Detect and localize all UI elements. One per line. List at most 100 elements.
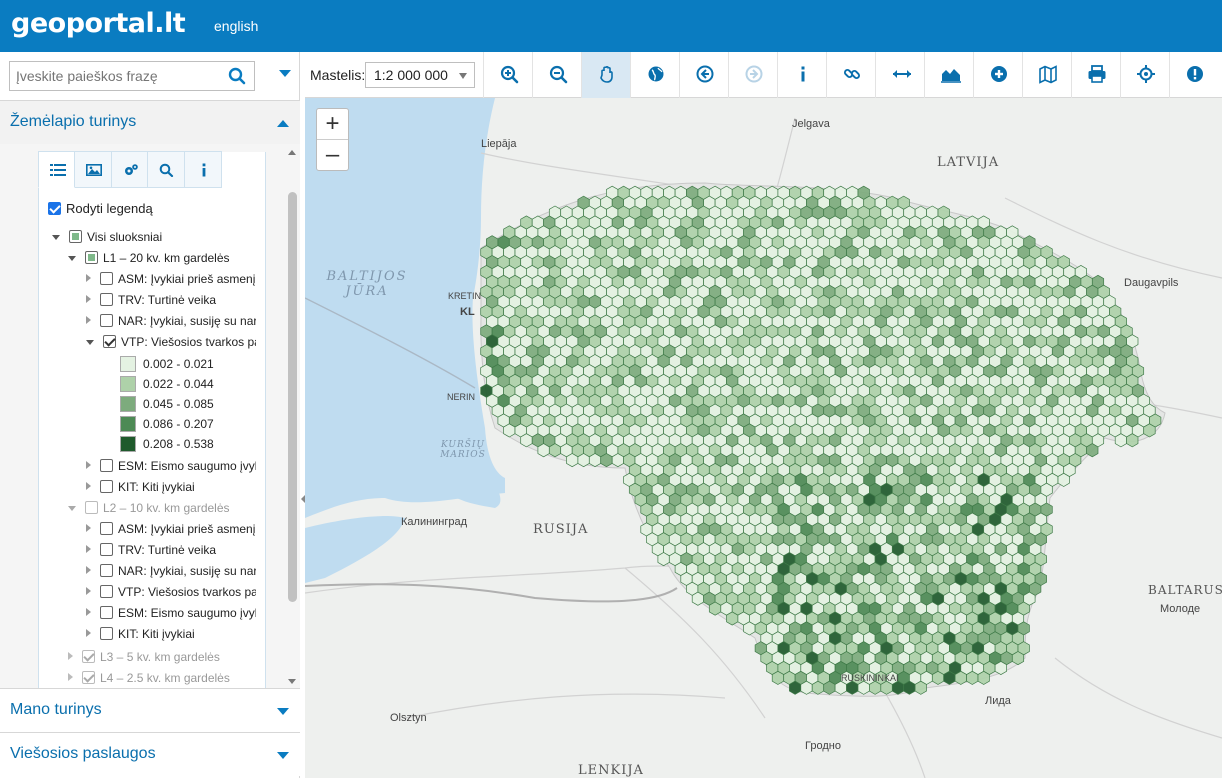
- legend-checkbox[interactable]: [48, 202, 61, 215]
- language-link[interactable]: english: [214, 18, 258, 34]
- tool-forward-button[interactable]: [728, 52, 778, 98]
- expand-right-icon[interactable]: [86, 524, 91, 532]
- tool-globe-button[interactable]: [630, 52, 680, 98]
- tree-node-l2[interactable]: L2 – 10 kv. km gardelės: [68, 501, 230, 521]
- l4-checkbox[interactable]: [82, 671, 95, 684]
- tool-back-button[interactable]: [679, 52, 729, 98]
- map-view[interactable]: + – Jelgava Liepāja LATVIJA BALTIJOS JŪRA…: [305, 98, 1222, 778]
- search-options-chevron-icon[interactable]: [279, 70, 291, 77]
- expand-right-icon[interactable]: [86, 566, 91, 574]
- tree-node-l1[interactable]: L1 – 20 kv. km gardelės: [68, 251, 230, 271]
- tree-node-l1-asm[interactable]: ASM: Įvykiai prieš asmenį: [86, 272, 256, 292]
- tool-add-button[interactable]: [973, 52, 1023, 98]
- tab-tools[interactable]: [111, 151, 149, 188]
- map-icon: [1039, 65, 1057, 84]
- expand-right-icon[interactable]: [86, 295, 91, 303]
- tab-layers[interactable]: [38, 151, 75, 188]
- expand-right-icon[interactable]: [86, 274, 91, 282]
- expand-down-icon[interactable]: [86, 340, 94, 345]
- section-map-content[interactable]: Žemėlapio turinys: [0, 100, 300, 144]
- tool-locate-button[interactable]: [1120, 52, 1170, 98]
- layer-checkbox[interactable]: [100, 272, 113, 285]
- layer-checkbox[interactable]: [100, 480, 113, 493]
- layer-checkbox[interactable]: [100, 627, 113, 640]
- expand-right-icon[interactable]: [86, 608, 91, 616]
- expand-right-icon[interactable]: [86, 629, 91, 637]
- expand-right-icon[interactable]: [86, 482, 91, 490]
- map-label-town: RUSKININKAI: [841, 673, 899, 683]
- expand-right-icon[interactable]: [86, 461, 91, 469]
- tool-pan-hand-button[interactable]: [581, 52, 631, 98]
- expand-down-icon[interactable]: [52, 235, 60, 240]
- tree-node-l3[interactable]: L3 – 5 kv. km gardelės: [68, 650, 220, 670]
- section-public-services-label: Viešosios paslaugos: [10, 745, 156, 762]
- tree-node-l2-esm[interactable]: ESM: Eismo saugumo įvykiai: [86, 606, 256, 626]
- tree-node-l2-asm[interactable]: ASM: Įvykiai prieš asmenį: [86, 522, 256, 542]
- layer-checkbox[interactable]: [100, 459, 113, 472]
- section-my-content[interactable]: Mano turinys: [0, 688, 300, 732]
- tree-node-l1-nar[interactable]: NAR: Įvykiai, susiję su narkotikais: [86, 314, 256, 334]
- l2-checkbox[interactable]: [85, 501, 98, 514]
- map-canvas[interactable]: [305, 98, 1222, 778]
- tool-link-button[interactable]: [826, 52, 876, 98]
- layer-checkbox[interactable]: [100, 564, 113, 577]
- tool-measure-button[interactable]: [875, 52, 925, 98]
- tree-node-l1-vtp[interactable]: VTP: Viešosios tvarkos pažeidimai: [86, 335, 256, 355]
- layer-label: ASM: Įvykiai prieš asmenį: [118, 272, 256, 286]
- l3-checkbox[interactable]: [82, 650, 95, 663]
- tree-node-l2-vtp[interactable]: VTP: Viešosios tvarkos pažeidimai: [86, 585, 256, 605]
- tool-alert-button[interactable]: [1169, 52, 1219, 98]
- tool-info-button[interactable]: [777, 52, 827, 98]
- section-public-services[interactable]: Viešosios paslaugos: [0, 732, 300, 776]
- layer-checkbox[interactable]: [100, 606, 113, 619]
- layer-checkbox[interactable]: [100, 293, 113, 306]
- search-input[interactable]: [10, 62, 220, 90]
- layer-label: TRV: Turtinė veika: [118, 293, 217, 307]
- expand-right-icon[interactable]: [68, 673, 73, 681]
- search-icon[interactable]: [228, 67, 246, 85]
- layer-checkbox[interactable]: [100, 543, 113, 556]
- tool-profile-button[interactable]: [924, 52, 974, 98]
- tool-map-button[interactable]: [1022, 52, 1072, 98]
- gears-icon: [124, 164, 138, 175]
- zoom-in-button[interactable]: +: [317, 109, 348, 140]
- legend-toggle[interactable]: Rodyti legendą: [48, 201, 153, 221]
- zoom-out-button[interactable]: –: [317, 140, 348, 171]
- legend-swatch: [120, 376, 136, 392]
- scrollbar-thumb[interactable]: [288, 192, 297, 602]
- geoportal-logo[interactable]: geoportal.lt: [11, 8, 186, 39]
- layer-checkbox[interactable]: [100, 314, 113, 327]
- tree-node-l1-trv[interactable]: TRV: Turtinė veika: [86, 293, 256, 313]
- all-layers-checkbox[interactable]: [69, 230, 82, 243]
- hexagon-cell: [834, 680, 847, 695]
- expand-right-icon[interactable]: [86, 316, 91, 324]
- scroll-up-arrow[interactable]: [288, 150, 296, 155]
- expand-down-icon[interactable]: [68, 506, 76, 511]
- tree-node-l2-trv[interactable]: TRV: Turtinė veika: [86, 543, 256, 563]
- map-label-city: Лида: [985, 695, 1011, 707]
- expand-right-icon[interactable]: [68, 652, 73, 660]
- sea-label-line: JŪRA: [345, 284, 389, 299]
- layer-checkbox[interactable]: [100, 585, 113, 598]
- expand-right-icon[interactable]: [86, 587, 91, 595]
- tool-zoom-in-button[interactable]: [483, 52, 533, 98]
- expand-down-icon[interactable]: [68, 256, 76, 261]
- tree-node-l2-nar[interactable]: NAR: Įvykiai, susiję su narkotikais: [86, 564, 256, 584]
- scale-select[interactable]: 1:2 000 000: [365, 62, 475, 88]
- tree-node-l1-kit[interactable]: KIT: Kiti įvykiai: [86, 480, 256, 500]
- layer-checkbox[interactable]: [103, 335, 116, 348]
- scroll-down-arrow[interactable]: [288, 679, 296, 684]
- tab-search[interactable]: [148, 151, 186, 188]
- tool-zoom-out-button[interactable]: [532, 52, 582, 98]
- l1-checkbox[interactable]: [85, 251, 98, 264]
- tree-node-all-layers[interactable]: Visi sluoksniai: [52, 230, 162, 250]
- tree-node-l1-esm[interactable]: ESM: Eismo saugumo įvykiai: [86, 459, 256, 479]
- hexagon-cell: [954, 670, 967, 685]
- expand-right-icon[interactable]: [86, 545, 91, 553]
- tab-info[interactable]: [185, 151, 223, 188]
- tool-print-button[interactable]: [1071, 52, 1121, 98]
- layer-checkbox[interactable]: [100, 522, 113, 535]
- hexagon-cell: [977, 670, 990, 685]
- tree-node-l2-kit[interactable]: KIT: Kiti įvykiai: [86, 627, 256, 647]
- tab-basemaps[interactable]: [74, 151, 112, 188]
